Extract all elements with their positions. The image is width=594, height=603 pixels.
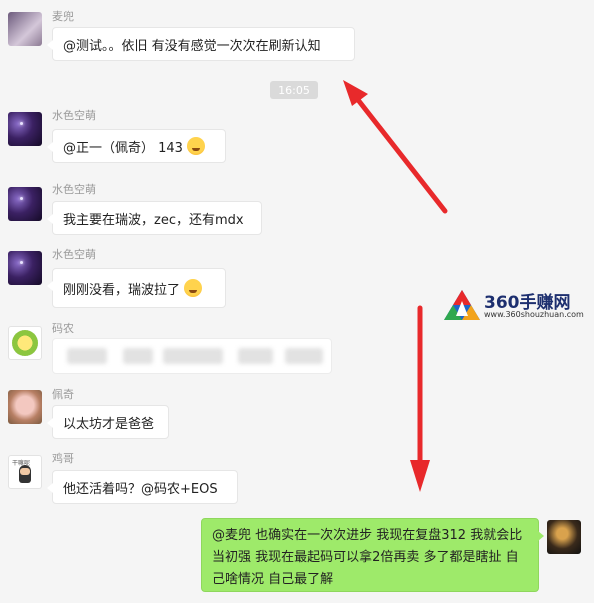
message-bubble[interactable]: 刚刚没看，瑞波拉了 (47, 268, 226, 308)
sender-name: 佩奇 (52, 388, 74, 401)
message-text: 刚刚没看，瑞波拉了 (63, 282, 181, 298)
laughing-crying-emoji-icon (184, 279, 203, 297)
avatar-me[interactable] (547, 520, 581, 554)
sender-name: 水色空萌 (52, 183, 96, 196)
message-text: 他还活着吗？@码农+EOS (63, 481, 218, 497)
sender-name: 水色空萌 (52, 248, 96, 261)
sender-name: 麦兜 (52, 10, 74, 23)
avatar-jige[interactable]: 干嘛呢 (8, 455, 42, 489)
avatar-shuise[interactable] (8, 112, 42, 146)
laughing-crying-emoji-icon (186, 137, 205, 155)
message-text: 以太坊才是爸爸 (63, 416, 155, 432)
message-bubble[interactable]: 我主要在瑞波，zec，还有mdx (47, 201, 262, 235)
message-bubble[interactable]: 以太坊才是爸爸 (47, 405, 169, 439)
avatar-peiqi[interactable] (8, 390, 42, 424)
annotation-arrow-lower (410, 305, 430, 492)
message-text: @测试。。依旧 有没有感觉一次次在刷新认知 (63, 38, 321, 54)
avatar-maidou[interactable] (8, 12, 42, 46)
watermark-url: www.360shouzhuan.com (484, 310, 584, 319)
message-text: 我主要在瑞波，zec，还有mdx (63, 212, 244, 228)
message-text: @麦兜 也确实在一次次进步 我现在复盘312 我就会比当初强 我现在最起码可以拿… (212, 528, 523, 587)
my-message-bubble[interactable]: @麦兜 也确实在一次次进步 我现在复盘312 我就会比当初强 我现在最起码可以拿… (201, 518, 544, 592)
blurred-message-bubble[interactable] (52, 338, 332, 374)
timestamp-badge: 16:05 (270, 81, 318, 99)
watermark: 360手赚网 www.360shouzhuan.com (442, 286, 592, 326)
message-text: @正一（佩奇） 143 (63, 140, 183, 156)
watermark-logo-icon (444, 290, 480, 320)
message-bubble[interactable]: @测试。。依旧 有没有感觉一次次在刷新认知 (47, 27, 355, 61)
annotation-arrow-upper (343, 80, 448, 214)
avatar-shuise[interactable] (8, 187, 42, 221)
message-bubble[interactable]: 他还活着吗？@码农+EOS (47, 470, 238, 504)
message-bubble[interactable]: @正一（佩奇） 143 (47, 129, 226, 163)
avatar-manong[interactable] (8, 326, 42, 360)
sender-name: 水色空萌 (52, 109, 96, 122)
avatar-shuise[interactable] (8, 251, 42, 285)
sender-name: 码农 (52, 322, 74, 335)
sender-name: 鸡哥 (52, 452, 74, 465)
